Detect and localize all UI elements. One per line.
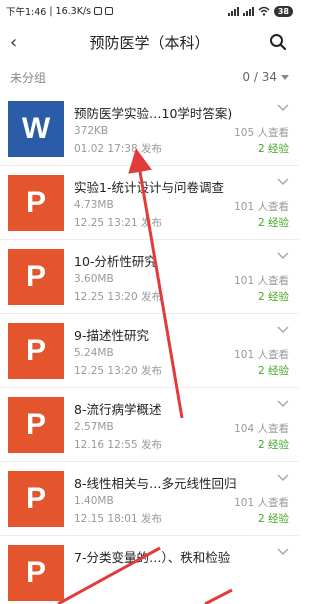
group-name: 未分组 <box>10 70 47 85</box>
file-size: 2.57MB <box>74 420 114 433</box>
notification-icon-2 <box>105 7 114 15</box>
view-count: 104 人查看 <box>234 422 289 435</box>
publish-date: 12.15 18:01 发布 <box>74 512 162 525</box>
file-item[interactable]: P 10-分析性研究 3.60MB 12.25 13:20 发布 101 人查看 2 经验 <box>0 240 299 314</box>
ppt-file-icon: P <box>8 396 64 453</box>
status-speed: 16.3K/s <box>55 5 92 17</box>
file-item[interactable]: P 9-描述性研究 5.24MB 12.25 13:20 发布 101 人查看 2 经验 <box>0 314 299 388</box>
file-name: 7-分类变量的…）、秩和检验 <box>74 549 231 565</box>
view-count: 101 人查看 <box>234 274 289 287</box>
file-info: 8-流行病学概述 2.57MB 12.16 12:55 发布 104 人查看 2 经验 <box>74 397 289 453</box>
group-count-label: 0 / 34 <box>242 70 277 84</box>
ppt-file-icon: P <box>8 174 64 231</box>
file-item[interactable]: P 7-分类变量的…）、秩和检验 <box>0 536 299 604</box>
file-size: 3.60MB <box>74 272 114 285</box>
file-item[interactable]: W 预防医学实验…10学时答案) 372KB 01.02 17:38 发布 105 人查… <box>0 92 299 166</box>
view-count: 101 人查看 <box>234 200 289 213</box>
app-header: ‹ 预防医学（本科） <box>0 22 299 62</box>
experience-badge: 2 经验 <box>257 364 289 377</box>
publish-date: 12.16 12:55 发布 <box>74 438 162 451</box>
experience-badge: 2 经验 <box>257 216 289 229</box>
chevron-down-icon <box>281 74 289 80</box>
chevron-down-icon[interactable] <box>277 251 289 260</box>
signal-icon <box>227 6 239 16</box>
file-info: 实验1-统计设计与问卷调查 4.73MB 12.25 13:21 发布 101 人查看… <box>74 175 289 231</box>
file-info: 9-描述性研究 5.24MB 12.25 13:20 发布 101 人查看 2 经验 <box>74 323 289 379</box>
file-size: 1.40MB <box>74 494 114 507</box>
status-bar: 下午1:46 | 16.3K/s 38 <box>0 0 299 22</box>
file-info: 7-分类变量的…）、秩和检验 <box>74 545 289 601</box>
chevron-down-icon[interactable] <box>277 399 289 408</box>
signal-icon-2 <box>242 6 254 16</box>
publish-date: 01.02 17:38 发布 <box>74 142 162 155</box>
experience-badge: 2 经验 <box>257 142 289 155</box>
file-size: 4.73MB <box>74 198 114 211</box>
page-title: 预防医学（本科） <box>89 33 210 52</box>
file-size: 5.24MB <box>74 346 114 359</box>
ppt-file-icon: P <box>8 544 64 601</box>
chevron-down-icon[interactable] <box>277 103 289 112</box>
chevron-down-icon[interactable] <box>277 547 289 556</box>
file-item[interactable]: P 8-线性相关与…多元线性回归 1.40MB 12.15 18:01 发布 101 人… <box>0 462 299 536</box>
chevron-down-icon[interactable] <box>277 473 289 482</box>
file-item[interactable]: P 8-流行病学概述 2.57MB 12.16 12:55 发布 104 人查看 2 经验 <box>0 388 299 462</box>
group-bar[interactable]: 未分组 0 / 34 <box>0 62 299 92</box>
file-item[interactable]: P 实验1-统计设计与问卷调查 4.73MB 12.25 13:21 发布 101 人查… <box>0 166 299 240</box>
file-name: 8-线性相关与…多元线性回归 <box>74 475 237 491</box>
wifi-icon <box>258 6 270 16</box>
file-name: 9-描述性研究 <box>74 327 149 343</box>
publish-date: 12.25 13:21 发布 <box>74 216 162 229</box>
file-name: 预防医学实验…10学时答案) <box>74 105 233 121</box>
file-name: 实验1-统计设计与问卷调查 <box>74 179 224 195</box>
group-count[interactable]: 0 / 34 <box>242 70 289 84</box>
experience-badge: 2 经验 <box>257 438 289 451</box>
file-name: 10-分析性研究 <box>74 253 157 269</box>
file-size: 372KB <box>74 124 109 137</box>
view-count: 101 人查看 <box>234 348 289 361</box>
view-count: 101 人查看 <box>234 496 289 509</box>
publish-date: 12.25 13:20 发布 <box>74 290 162 303</box>
view-count: 105 人查看 <box>234 126 289 139</box>
ppt-file-icon: P <box>8 248 64 305</box>
publish-date: 12.25 13:20 发布 <box>74 364 162 377</box>
file-name: 8-流行病学概述 <box>74 401 162 417</box>
experience-badge: 2 经验 <box>257 512 289 525</box>
search-icon[interactable] <box>269 33 287 51</box>
notification-icon <box>94 7 103 15</box>
ppt-file-icon: P <box>8 322 64 379</box>
chevron-down-icon[interactable] <box>277 177 289 186</box>
file-info: 预防医学实验…10学时答案) 372KB 01.02 17:38 发布 105 人查看… <box>74 101 289 157</box>
word-file-icon: W <box>8 100 64 157</box>
status-time: 下午1:46 <box>6 7 47 18</box>
back-button[interactable]: ‹ <box>10 32 30 53</box>
file-info: 10-分析性研究 3.60MB 12.25 13:20 发布 101 人查看 2 经验 <box>74 249 289 305</box>
ppt-file-icon: P <box>8 470 64 527</box>
chevron-down-icon[interactable] <box>277 325 289 334</box>
experience-badge: 2 经验 <box>257 290 289 303</box>
battery-indicator: 38 <box>273 5 293 17</box>
file-list: W 预防医学实验…10学时答案) 372KB 01.02 17:38 发布 105 人查… <box>0 92 299 604</box>
file-info: 8-线性相关与…多元线性回归 1.40MB 12.15 18:01 发布 101 人查… <box>74 471 289 527</box>
